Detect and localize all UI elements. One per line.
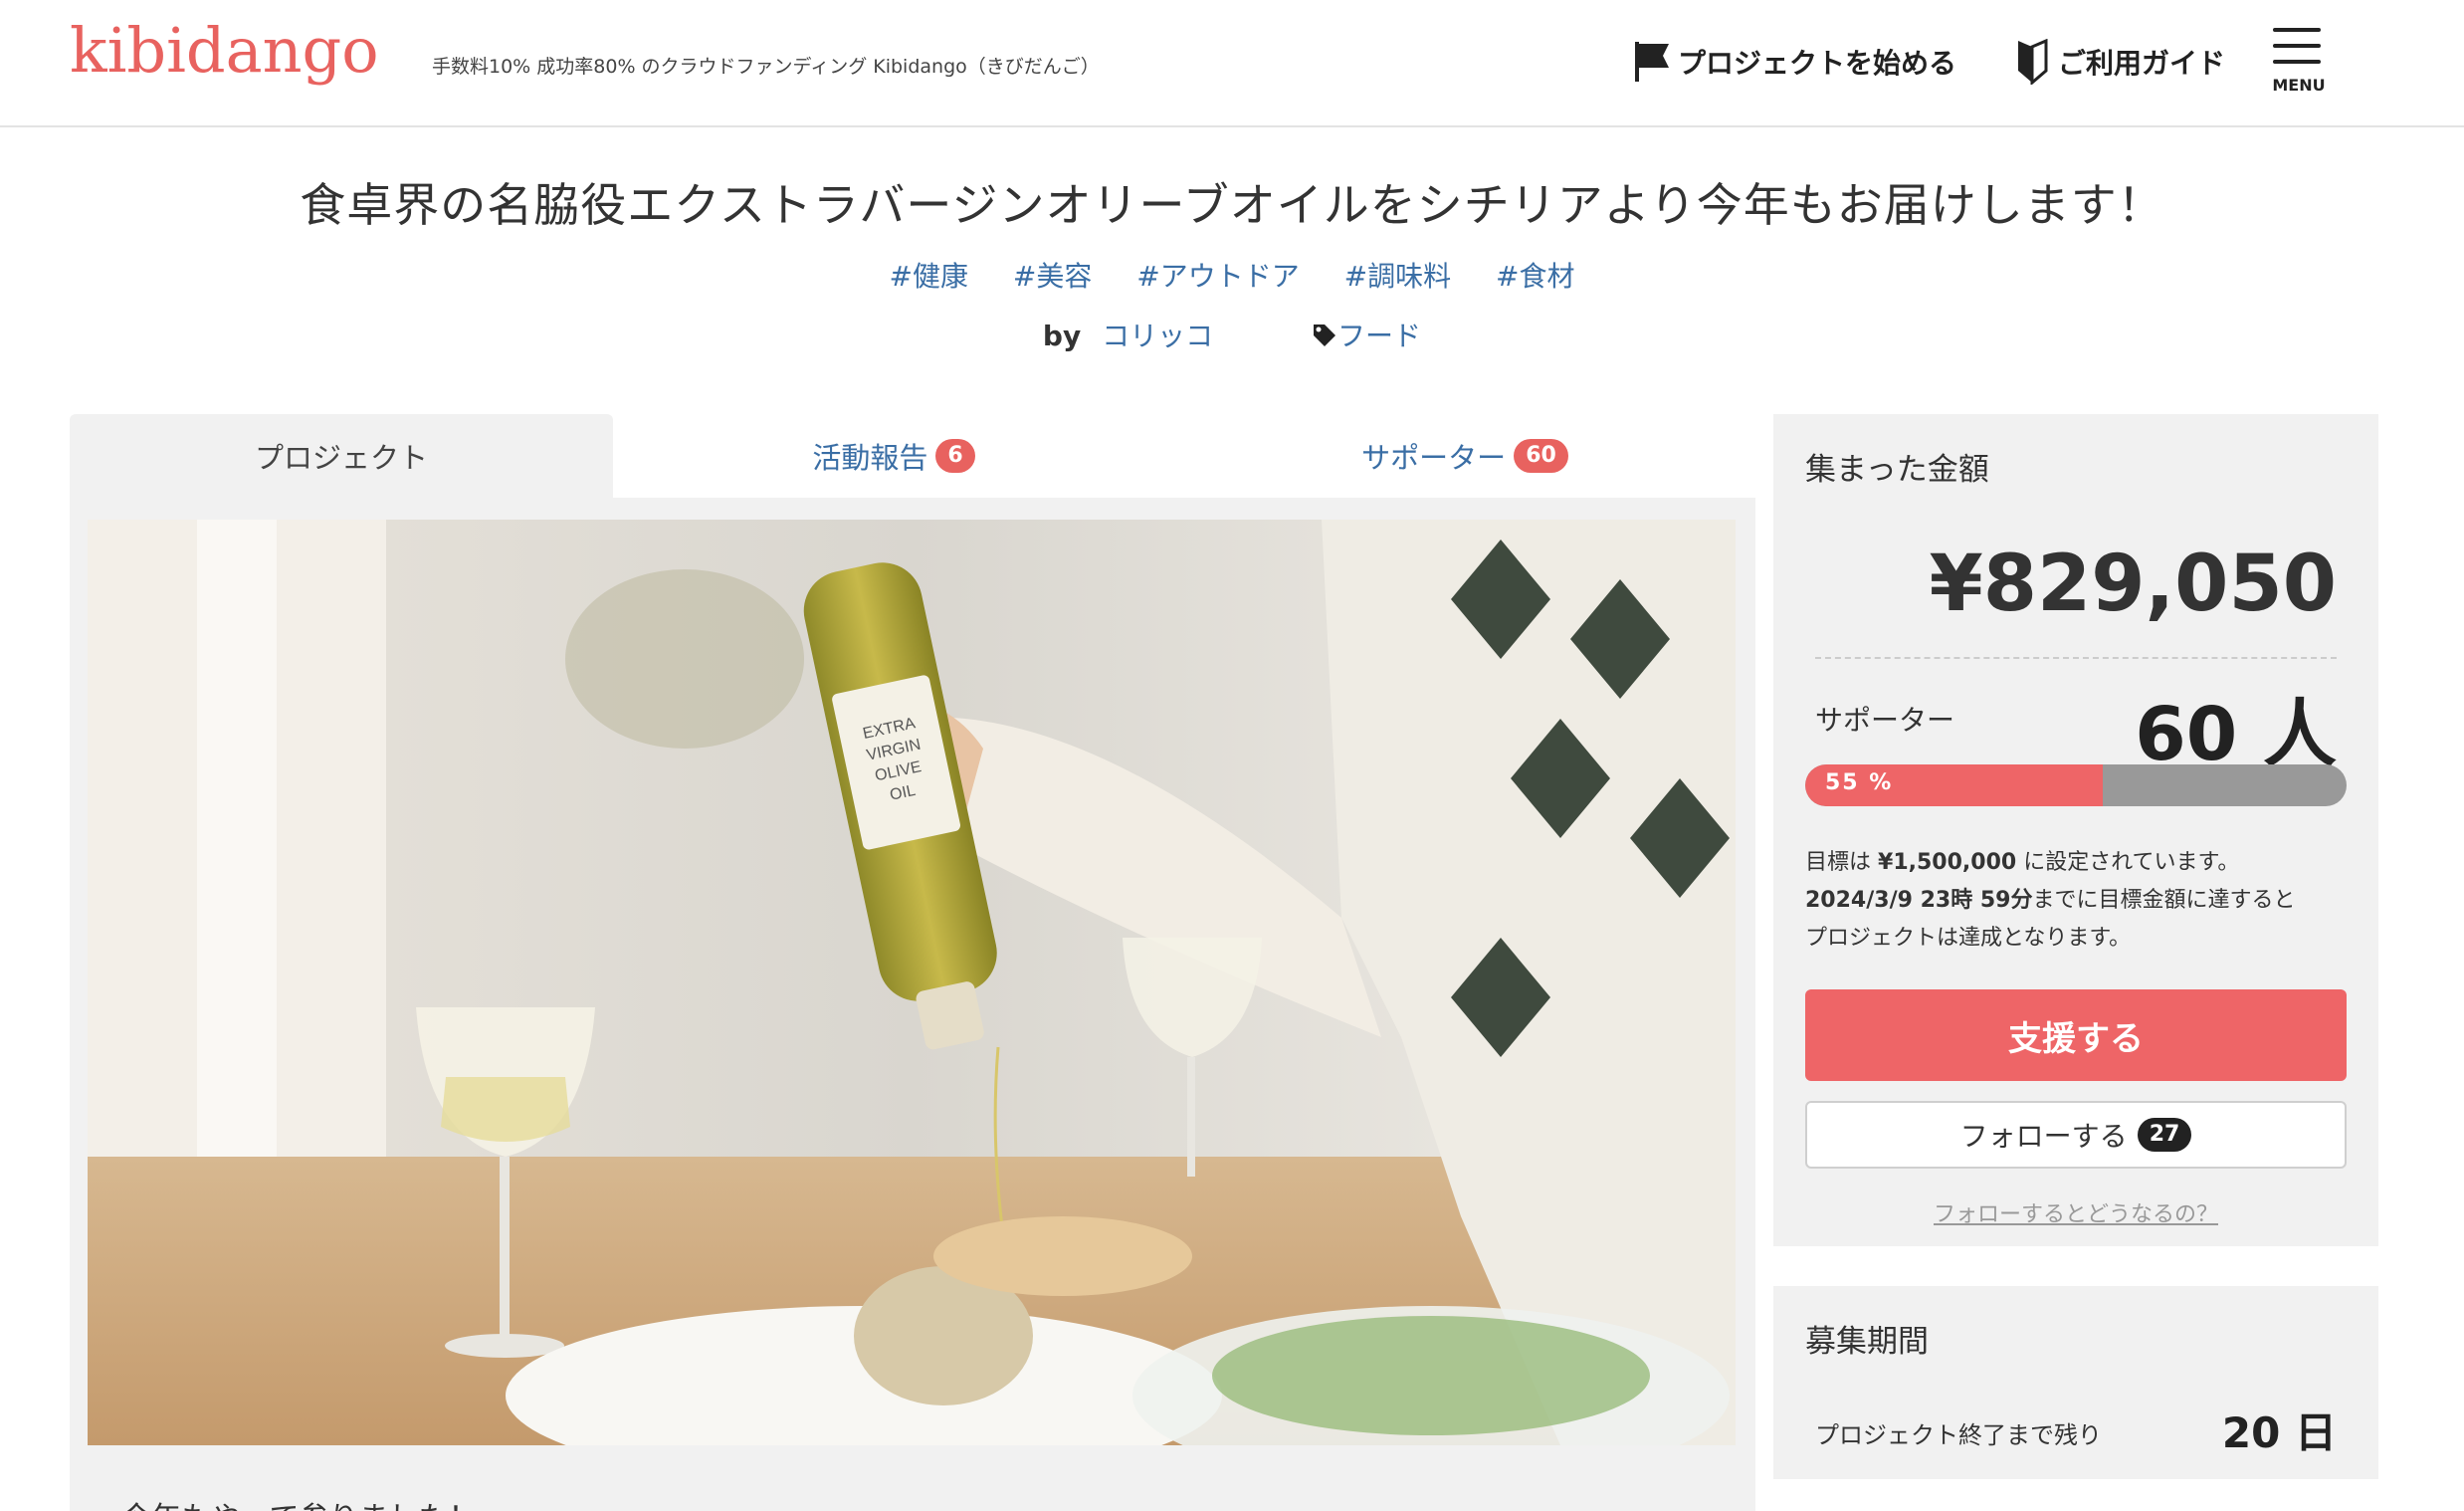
tab-label: プロジェクト [254,441,428,475]
tab-supporters[interactable]: サポーター 60 [1174,414,1755,498]
tag-link[interactable]: #アウトドア [1136,260,1299,293]
category-label: フード [1337,320,1422,352]
tag-link[interactable]: #美容 [1013,260,1092,293]
goal-info: 目標は ¥1,500,000 に設定されています。 2024/3/9 23時 5… [1805,844,2295,958]
start-project-link[interactable]: プロジェクトを始める [1632,40,1956,84]
guide-link[interactable]: ご利用ガイド [2012,39,2226,85]
goal-prefix: 目標は [1805,850,1872,875]
funding-panel: 集まった金額 ¥829,050 サポーター 60 人 55 % 目標は ¥1,5… [1773,414,2378,1246]
follow-help-link[interactable]: フォローするとどうなるの？ [1805,1196,2347,1228]
follow-count-badge: 27 [2137,1118,2192,1152]
supporters-label: サポーター [1815,704,1955,737]
tag-link[interactable]: #健康 [890,260,968,293]
project-byline: by コリッコ フード [0,315,2464,354]
flag-icon [1632,40,1672,84]
tab-project[interactable]: プロジェクト [70,414,613,498]
divider [1815,657,2337,659]
support-button[interactable]: 支援する [1805,989,2347,1081]
owner-link[interactable]: コリッコ [1102,320,1213,352]
project-tabs: プロジェクト 活動報告 6 サポーター 60 [70,414,1755,498]
menu-label: MENU [2272,76,2326,95]
by-label: by [1042,320,1082,352]
count-badge: 6 [935,439,975,473]
tab-activity-reports[interactable]: 活動報告 6 [613,414,1174,498]
count-badge: 60 [1514,439,1568,473]
goal-amount: ¥1,500,000 [1878,850,2017,875]
tab-label: サポーター [1361,441,1507,475]
project-tags: #健康 #美容 #アウトドア #調味料 #食材 [0,255,2464,295]
deadline: 2024/3/9 23時 59分 [1805,888,2033,913]
deadline-line2: プロジェクトは達成となります。 [1805,926,2132,951]
guide-label: ご利用ガイド [2058,47,2226,80]
period-panel: 募集期間 プロジェクト終了まで残り 20 日 [1773,1286,2378,1479]
project-intro-text: 今年もやって参りました！ [121,1493,479,1511]
menu-button[interactable]: MENU [2269,24,2329,100]
tab-label: 活動報告 [812,441,928,475]
period-heading: 募集期間 [1805,1324,1929,1360]
site-header: kibidango 手数料10% 成功率80% のクラウドファンディング Kib… [0,0,2464,127]
funded-amount: ¥829,050 [1929,540,2337,629]
category-link[interactable]: フード [1312,320,1421,352]
follow-button[interactable]: フォローする 27 [1805,1101,2347,1169]
progress-percent: 55 % [1825,770,1894,795]
funding-heading: 集まった金額 [1805,452,1989,488]
site-tagline: 手数料10% 成功率80% のクラウドファンディング Kibidango（きびだ… [432,56,1100,78]
project-title: 食卓界の名脇役エクストラバージンオリーブオイルをシチリアより今年もお届けします！ [300,178,2164,232]
goal-suffix: に設定されています。 [2023,850,2240,875]
deadline-suffix: までに目標金額に達すると [2032,888,2296,913]
beginner-mark-icon [2012,39,2052,85]
start-project-label: プロジェクトを始める [1678,47,1957,80]
remaining-label: プロジェクト終了まで残り [1815,1421,2102,1449]
tag-icon [1314,324,1336,346]
remaining-days: 20 日 [2221,1408,2337,1457]
project-hero-image: EXTRA VIRGIN OLIVE OIL [88,520,1736,1445]
tag-link[interactable]: #食材 [1496,260,1574,293]
tag-link[interactable]: #調味料 [1344,260,1451,293]
kibidango-logo[interactable]: kibidango [70,14,379,87]
follow-label: フォローする [1959,1120,2128,1153]
progress-bar: 55 % [1805,764,2347,806]
